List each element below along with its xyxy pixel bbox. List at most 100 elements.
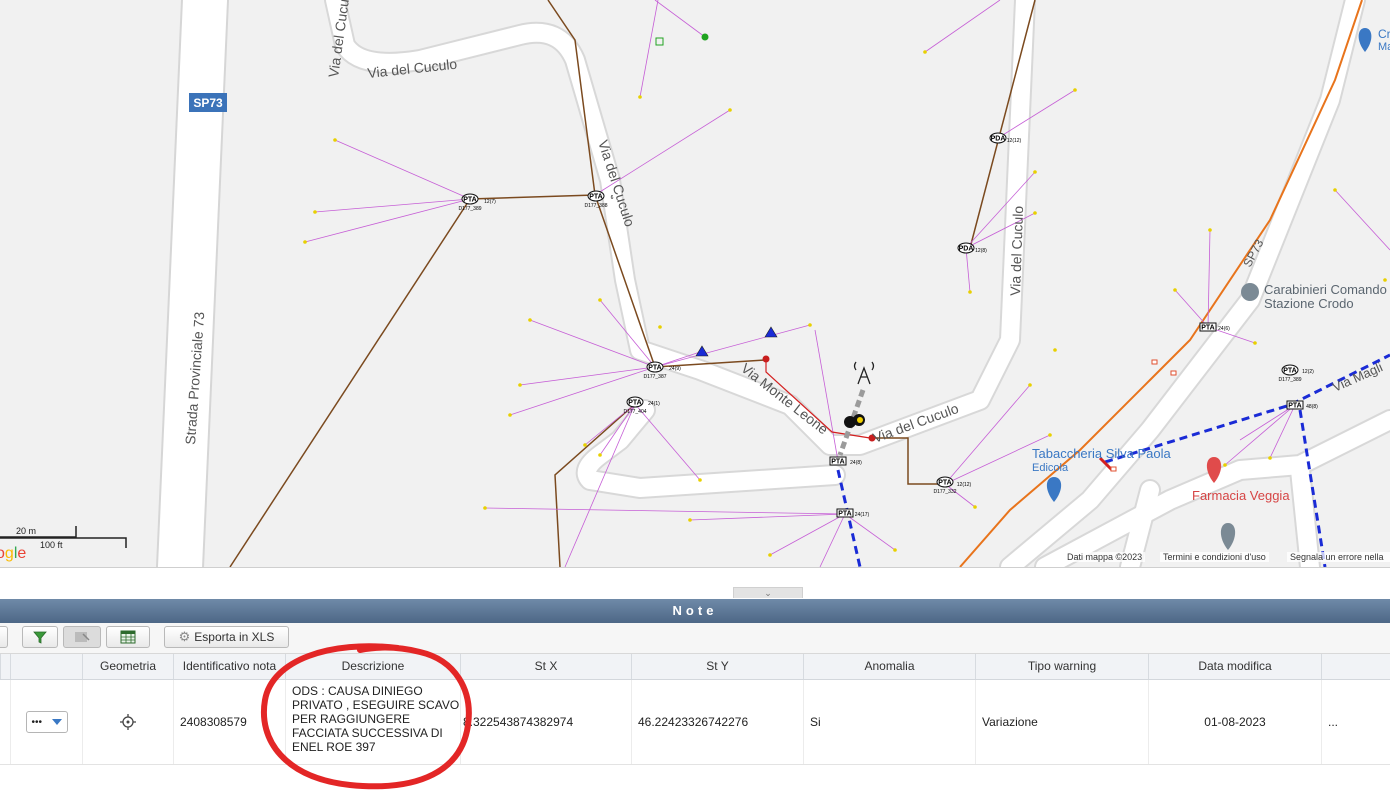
export-xls-button[interactable]: ⚙ Esporta in XLS	[164, 626, 289, 648]
node-pta-8: PTA 24(8)	[829, 456, 862, 466]
identificativo-cell: 2408308579	[173, 680, 285, 764]
svg-text:100 ft: 100 ft	[40, 540, 63, 550]
triangle-marker[interactable]	[764, 326, 778, 338]
node-pta-48: PTA 48(8)	[1286, 400, 1318, 410]
svg-text:SP73: SP73	[193, 96, 223, 110]
svg-text:PTA: PTA	[831, 459, 844, 466]
splitter-handle[interactable]: ⌄	[733, 587, 803, 598]
svg-text:PTA: PTA	[1283, 368, 1296, 375]
column-header-tipo-warning[interactable]: Tipo warning	[975, 654, 1148, 679]
svg-text:48(8): 48(8)	[1306, 404, 1318, 410]
map-canvas[interactable]: PTAD177_38912(7) PTAD177_3886 PTAD177_38…	[0, 0, 1390, 567]
svg-text:Carabinieri Comando: Carabinieri Comando	[1264, 282, 1387, 297]
svg-text:PTA: PTA	[938, 480, 951, 487]
svg-text:Farmacia Veggia: Farmacia Veggia	[1192, 488, 1290, 503]
svg-text:12(12): 12(12)	[957, 482, 972, 488]
svg-text:D177_389: D177_389	[1278, 377, 1301, 383]
svg-text:D177_404: D177_404	[623, 409, 646, 415]
green-square-marker[interactable]	[655, 37, 664, 46]
report-error-link[interactable]: Segnala un errore nella	[1287, 552, 1390, 562]
svg-text:PTA: PTA	[463, 197, 476, 204]
svg-text:Via del Cuculo: Via del Cuculo	[1007, 205, 1026, 296]
export-xls-label: Esporta in XLS	[194, 630, 275, 644]
svg-text:PTA: PTA	[838, 511, 851, 518]
svg-text:12(2): 12(2)	[1302, 369, 1314, 375]
notes-toolbar: ⚙ Esporta in XLS	[0, 623, 1390, 654]
poi-pin-icon	[1358, 28, 1372, 52]
police-pin-icon	[1241, 283, 1259, 301]
column-header-anomalia[interactable]: Anomalia	[803, 654, 975, 679]
svg-text:Cr: Cr	[1378, 27, 1390, 41]
filter-icon	[33, 631, 47, 644]
column-header-st-y[interactable]: St Y	[631, 654, 803, 679]
node-pta-389: PTA D177_38912(7)	[458, 193, 496, 212]
column-header-descrizione[interactable]: Descrizione	[285, 654, 460, 679]
svg-text:Ma: Ma	[1378, 41, 1390, 53]
svg-text:24(17): 24(17)	[855, 512, 870, 518]
table-row[interactable]: ••• 2408308579 8.322543874382974 46.2242…	[0, 680, 1390, 765]
place-pin-icon[interactable]	[1220, 523, 1236, 550]
svg-text:D177_387: D177_387	[643, 374, 666, 380]
row-actions-cell: •••	[10, 680, 82, 764]
red-marker[interactable]	[762, 355, 770, 363]
spreadsheet-icon	[120, 630, 136, 644]
chevron-down-icon: ⌄	[764, 588, 772, 598]
notes-panel-title: Note	[0, 599, 1390, 623]
column-header-st-x[interactable]: St X	[460, 654, 631, 679]
more-options-icon: •••	[31, 716, 43, 728]
svg-text:24(9): 24(9)	[669, 366, 681, 372]
tipo-warning-cell: Variazione	[975, 680, 1148, 764]
map-view[interactable]: PTA D177_389 12(7) PTA D177_388 6 PTA D177_38…	[0, 0, 1390, 567]
svg-text:PTA: PTA	[648, 365, 661, 372]
node-pta-17: PTA 24(17)	[836, 508, 870, 518]
svg-text:Via Magli: Via Magli	[1330, 359, 1385, 394]
svg-text:PTA: PTA	[1288, 403, 1301, 410]
svg-text:D177_389: D177_389	[458, 206, 481, 212]
antenna-tower-icon[interactable]	[853, 361, 875, 385]
shop-pin-icon	[1046, 477, 1062, 502]
green-marker[interactable]	[701, 33, 709, 41]
description-text: ODS : CAUSA DINIEGO PRIVATO , ESEGUIRE S…	[292, 684, 460, 754]
table-header: Geometria Identificativo nota Descrizion…	[0, 654, 1390, 680]
data-modifica-cell: 01-08-2023	[1148, 680, 1321, 764]
svg-text:20 m: 20 m	[16, 526, 36, 536]
filter-button[interactable]	[22, 626, 58, 648]
caret-down-icon	[51, 719, 62, 725]
toolbar-button[interactable]	[0, 626, 8, 648]
svg-text:24(6): 24(6)	[1218, 326, 1230, 332]
row-actions-dropdown[interactable]: •••	[25, 711, 68, 733]
more-cell[interactable]: ...	[1321, 680, 1390, 764]
st-x-cell: 8.322543874382974	[460, 680, 631, 764]
column-header-actions	[10, 654, 82, 679]
column-header-identificativo[interactable]: Identificativo nota	[173, 654, 285, 679]
svg-text:12(8): 12(8)	[975, 248, 987, 254]
terms-link[interactable]: Termini e condizioni d'uso	[1160, 552, 1269, 562]
clear-filter-button[interactable]	[63, 626, 101, 648]
column-header-extra	[1321, 654, 1390, 679]
svg-text:ogle: ogle	[0, 545, 26, 562]
table-view-button[interactable]	[106, 626, 150, 648]
svg-text:PDA: PDA	[959, 246, 974, 253]
triangle-marker[interactable]	[695, 345, 709, 357]
svg-text:12(12): 12(12)	[1007, 138, 1022, 144]
svg-text:Stazione Crodo: Stazione Crodo	[1264, 296, 1354, 311]
svg-text:PTA: PTA	[589, 194, 602, 201]
google-logo: ogle	[0, 545, 26, 562]
st-y-cell: 46.22423326742276	[631, 680, 803, 764]
svg-text:24(8): 24(8)	[850, 460, 862, 466]
svg-text:D177_388: D177_388	[584, 203, 607, 209]
edit-pin-icon[interactable]	[844, 414, 865, 428]
node-pta-389b: PTA D177_38912(2)	[1278, 364, 1314, 383]
svg-text:Edicola: Edicola	[1032, 462, 1069, 474]
map-data-attribution: Dati mappa ©2023	[1064, 552, 1146, 562]
poi-cr[interactable]: Cr Ma	[1358, 27, 1390, 53]
svg-text:D177_332: D177_332	[933, 489, 956, 495]
svg-text:24(1): 24(1)	[648, 401, 660, 407]
svg-text:12(7): 12(7)	[484, 199, 496, 205]
panel-gap	[0, 567, 1390, 600]
node-pda-mid: PDA 12(8)	[957, 242, 987, 254]
column-header-data-modifica[interactable]: Data modifica	[1148, 654, 1321, 679]
column-header-geometria[interactable]: Geometria	[82, 654, 173, 679]
node-pta-332: PTA D177_33212(12)	[933, 476, 972, 495]
locate-crosshair-icon[interactable]	[120, 714, 136, 730]
